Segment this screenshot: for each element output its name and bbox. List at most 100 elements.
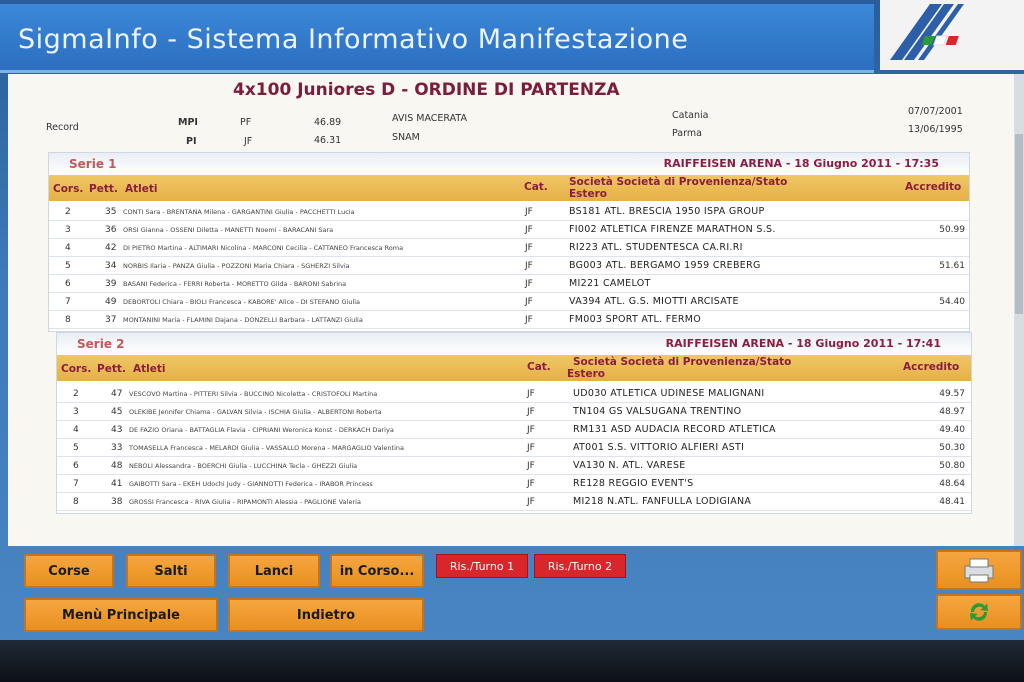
table-row: 7 41 GAIBOTTI Sara - EKEH Udochi Judy - … xyxy=(57,475,971,493)
societa-cell: AT001 S.S. VITTORIO ALFIERI ASTI xyxy=(573,442,745,453)
atleti-cell: DE FAZIO Oriana - BATTAGLIA Flavia - CIP… xyxy=(129,426,394,434)
atleti-cell: TOMASELLA Francesca - MELARDI Giulia - V… xyxy=(129,444,404,452)
societa-cell: FI002 ATLETICA FIRENZE MARATHON S.S. xyxy=(569,224,776,235)
logo-icon xyxy=(890,4,964,60)
corse-button[interactable]: Corse xyxy=(24,554,114,588)
vertical-scrollbar[interactable] xyxy=(1014,74,1024,546)
societa-cell: MI221 CAMELOT xyxy=(569,278,651,289)
atleti-cell: DI PIETRO Martina - ALTIMARI Nicolina - … xyxy=(123,244,404,252)
cors-cell: 3 xyxy=(65,225,71,235)
col-societa-estero: Estero xyxy=(569,188,607,200)
accredito-cell: 48.64 xyxy=(939,479,965,489)
salti-button[interactable]: Salti xyxy=(126,554,216,588)
atleti-cell: GAIBOTTI Sara - EKEH Udochi Judy - GIANN… xyxy=(129,480,373,488)
cors-cell: 6 xyxy=(65,279,71,289)
cat-cell: JF xyxy=(527,443,535,453)
societa-cell: VA394 ATL. G.S. MIOTTI ARCISATE xyxy=(569,296,739,307)
cat-cell: JF xyxy=(525,225,533,235)
cors-cell: 8 xyxy=(73,497,79,507)
table-row: 3 36 ORSI Gianna - OSSENI Diletta - MANE… xyxy=(49,221,969,239)
cors-cell: 5 xyxy=(65,261,71,271)
serie-venue: RAIFFEISEN ARENA - 18 Giugno 2011 - 17:3… xyxy=(663,157,939,170)
record-time: 46.31 xyxy=(314,135,342,146)
print-button[interactable] xyxy=(936,550,1022,590)
atleti-cell: DEBORTOLI Chiara - BIOLI Francesca - KAB… xyxy=(123,298,361,306)
accredito-cell: 48.97 xyxy=(939,407,965,417)
pett-cell: 34 xyxy=(105,261,117,271)
printer-icon xyxy=(964,558,994,583)
cat-cell: JF xyxy=(525,207,533,217)
societa-cell: BS181 ATL. BRESCIA 1950 ISPA GROUP xyxy=(569,206,765,217)
societa-cell: FM003 SPORT ATL. FERMO xyxy=(569,314,702,325)
record-cat: JF xyxy=(244,136,253,147)
refresh-icon xyxy=(970,603,988,621)
serie-1-table: Serie 1 RAIFFEISEN ARENA - 18 Giugno 201… xyxy=(48,152,970,332)
record-time: 46.89 xyxy=(314,117,342,128)
serie-header: Serie 2 RAIFFEISEN ARENA - 18 Giugno 201… xyxy=(57,333,971,355)
pett-cell: 45 xyxy=(111,407,123,417)
col-societa: Società Società di Provenienza/Stato xyxy=(569,176,788,188)
cat-cell: JF xyxy=(527,461,535,471)
ris-turno-2-button[interactable]: Ris./Turno 2 xyxy=(534,554,626,578)
atleti-cell: OLEKIBE Jennifer Chiama - GALVAN Silvia … xyxy=(129,408,382,416)
cors-cell: 5 xyxy=(73,443,79,453)
col-cors: Cors. xyxy=(53,183,84,195)
col-cors: Cors. xyxy=(61,363,92,375)
title-bar: SigmaInfo - Sistema Informativo Manifest… xyxy=(0,4,874,73)
col-societa: Società Società di Provenienza/Stato xyxy=(573,356,792,368)
societa-cell: RE128 REGGIO EVENT'S xyxy=(573,478,694,489)
serie-header: Serie 1 RAIFFEISEN ARENA - 18 Giugno 201… xyxy=(49,153,969,175)
cors-cell: 8 xyxy=(65,315,71,325)
col-cat: Cat. xyxy=(524,181,548,193)
ris-turno-1-button[interactable]: Ris./Turno 1 xyxy=(436,554,528,578)
atleti-cell: BASANI Federica - FERRI Roberta - MORETT… xyxy=(123,280,347,288)
cors-cell: 6 xyxy=(73,461,79,471)
atleti-cell: VESCOVO Martina - PITTERI Silvia - BUCCI… xyxy=(129,390,378,398)
record-place: Parma xyxy=(672,128,702,139)
col-pett: Pett. xyxy=(89,183,118,195)
atleti-cell: NEBOLI Alessandra - BOERCHI Giulia - LUC… xyxy=(129,462,358,470)
scrollbar-thumb[interactable] xyxy=(1015,134,1023,314)
atleti-cell: MONTANINI Maria - FLAMINI Dajana - DONZE… xyxy=(123,316,363,324)
cat-cell: JF xyxy=(527,497,535,507)
pett-cell: 39 xyxy=(105,279,117,289)
start-list-panel: 4x100 Juniores D - ORDINE DI PARTENZA Re… xyxy=(8,74,1014,546)
cat-cell: JF xyxy=(527,479,535,489)
atleti-cell: NORBIS Ilaria - PANZA Giulia - POZZONI M… xyxy=(123,262,350,270)
accredito-cell: 51.61 xyxy=(939,261,965,271)
cat-cell: JF xyxy=(525,261,533,271)
accredito-cell: 50.30 xyxy=(939,443,965,453)
atleti-cell: ORSI Gianna - OSSENI Diletta - MANETTI N… xyxy=(123,226,334,234)
refresh-button[interactable] xyxy=(936,594,1022,630)
table-row: 2 35 CONTI Sara - BRENTANA Milena - GARG… xyxy=(49,203,969,221)
accredito-cell: 54.40 xyxy=(939,297,965,307)
records-table: Record MPI PF 46.89 AVIS MACERATA Catani… xyxy=(44,102,974,152)
cat-cell: JF xyxy=(527,425,535,435)
record-cat: PF xyxy=(240,117,252,128)
table-row: 7 49 DEBORTOLI Chiara - BIOLI Francesca … xyxy=(49,293,969,311)
societa-cell: VA130 N. ATL. VARESE xyxy=(573,460,686,471)
pett-cell: 48 xyxy=(111,461,123,471)
record-date: 13/06/1995 xyxy=(908,124,963,135)
pett-cell: 41 xyxy=(111,479,123,489)
serie-2-table: Serie 2 RAIFFEISEN ARENA - 18 Giugno 201… xyxy=(56,332,972,514)
in-corso-button[interactable]: in Corso... xyxy=(330,554,424,588)
table-row: 6 48 NEBOLI Alessandra - BOERCHI Giulia … xyxy=(57,457,971,475)
menu-principale-button[interactable]: Menù Principale xyxy=(24,598,218,632)
record-place: Catania xyxy=(672,110,709,121)
record-club: SNAM xyxy=(392,132,420,143)
cors-cell: 7 xyxy=(73,479,79,489)
screen: SigmaInfo - Sistema Informativo Manifest… xyxy=(0,0,1024,682)
record-date: 07/07/2001 xyxy=(908,106,963,117)
col-accredito: Accredito xyxy=(903,361,960,373)
pett-cell: 43 xyxy=(111,425,123,435)
cors-cell: 4 xyxy=(73,425,79,435)
pett-cell: 37 xyxy=(105,315,117,325)
table-row: 8 38 GROSSI Francesca - RIVA Giulia - RI… xyxy=(57,493,971,511)
serie-label: Serie 1 xyxy=(69,157,117,171)
lanci-button[interactable]: Lanci xyxy=(228,554,320,588)
col-atleti: Atleti xyxy=(133,363,166,375)
record-type: PI xyxy=(186,136,197,147)
column-header: Cors. Pett. Atleti Cat. Società Società … xyxy=(49,175,969,201)
indietro-button[interactable]: Indietro xyxy=(228,598,424,632)
